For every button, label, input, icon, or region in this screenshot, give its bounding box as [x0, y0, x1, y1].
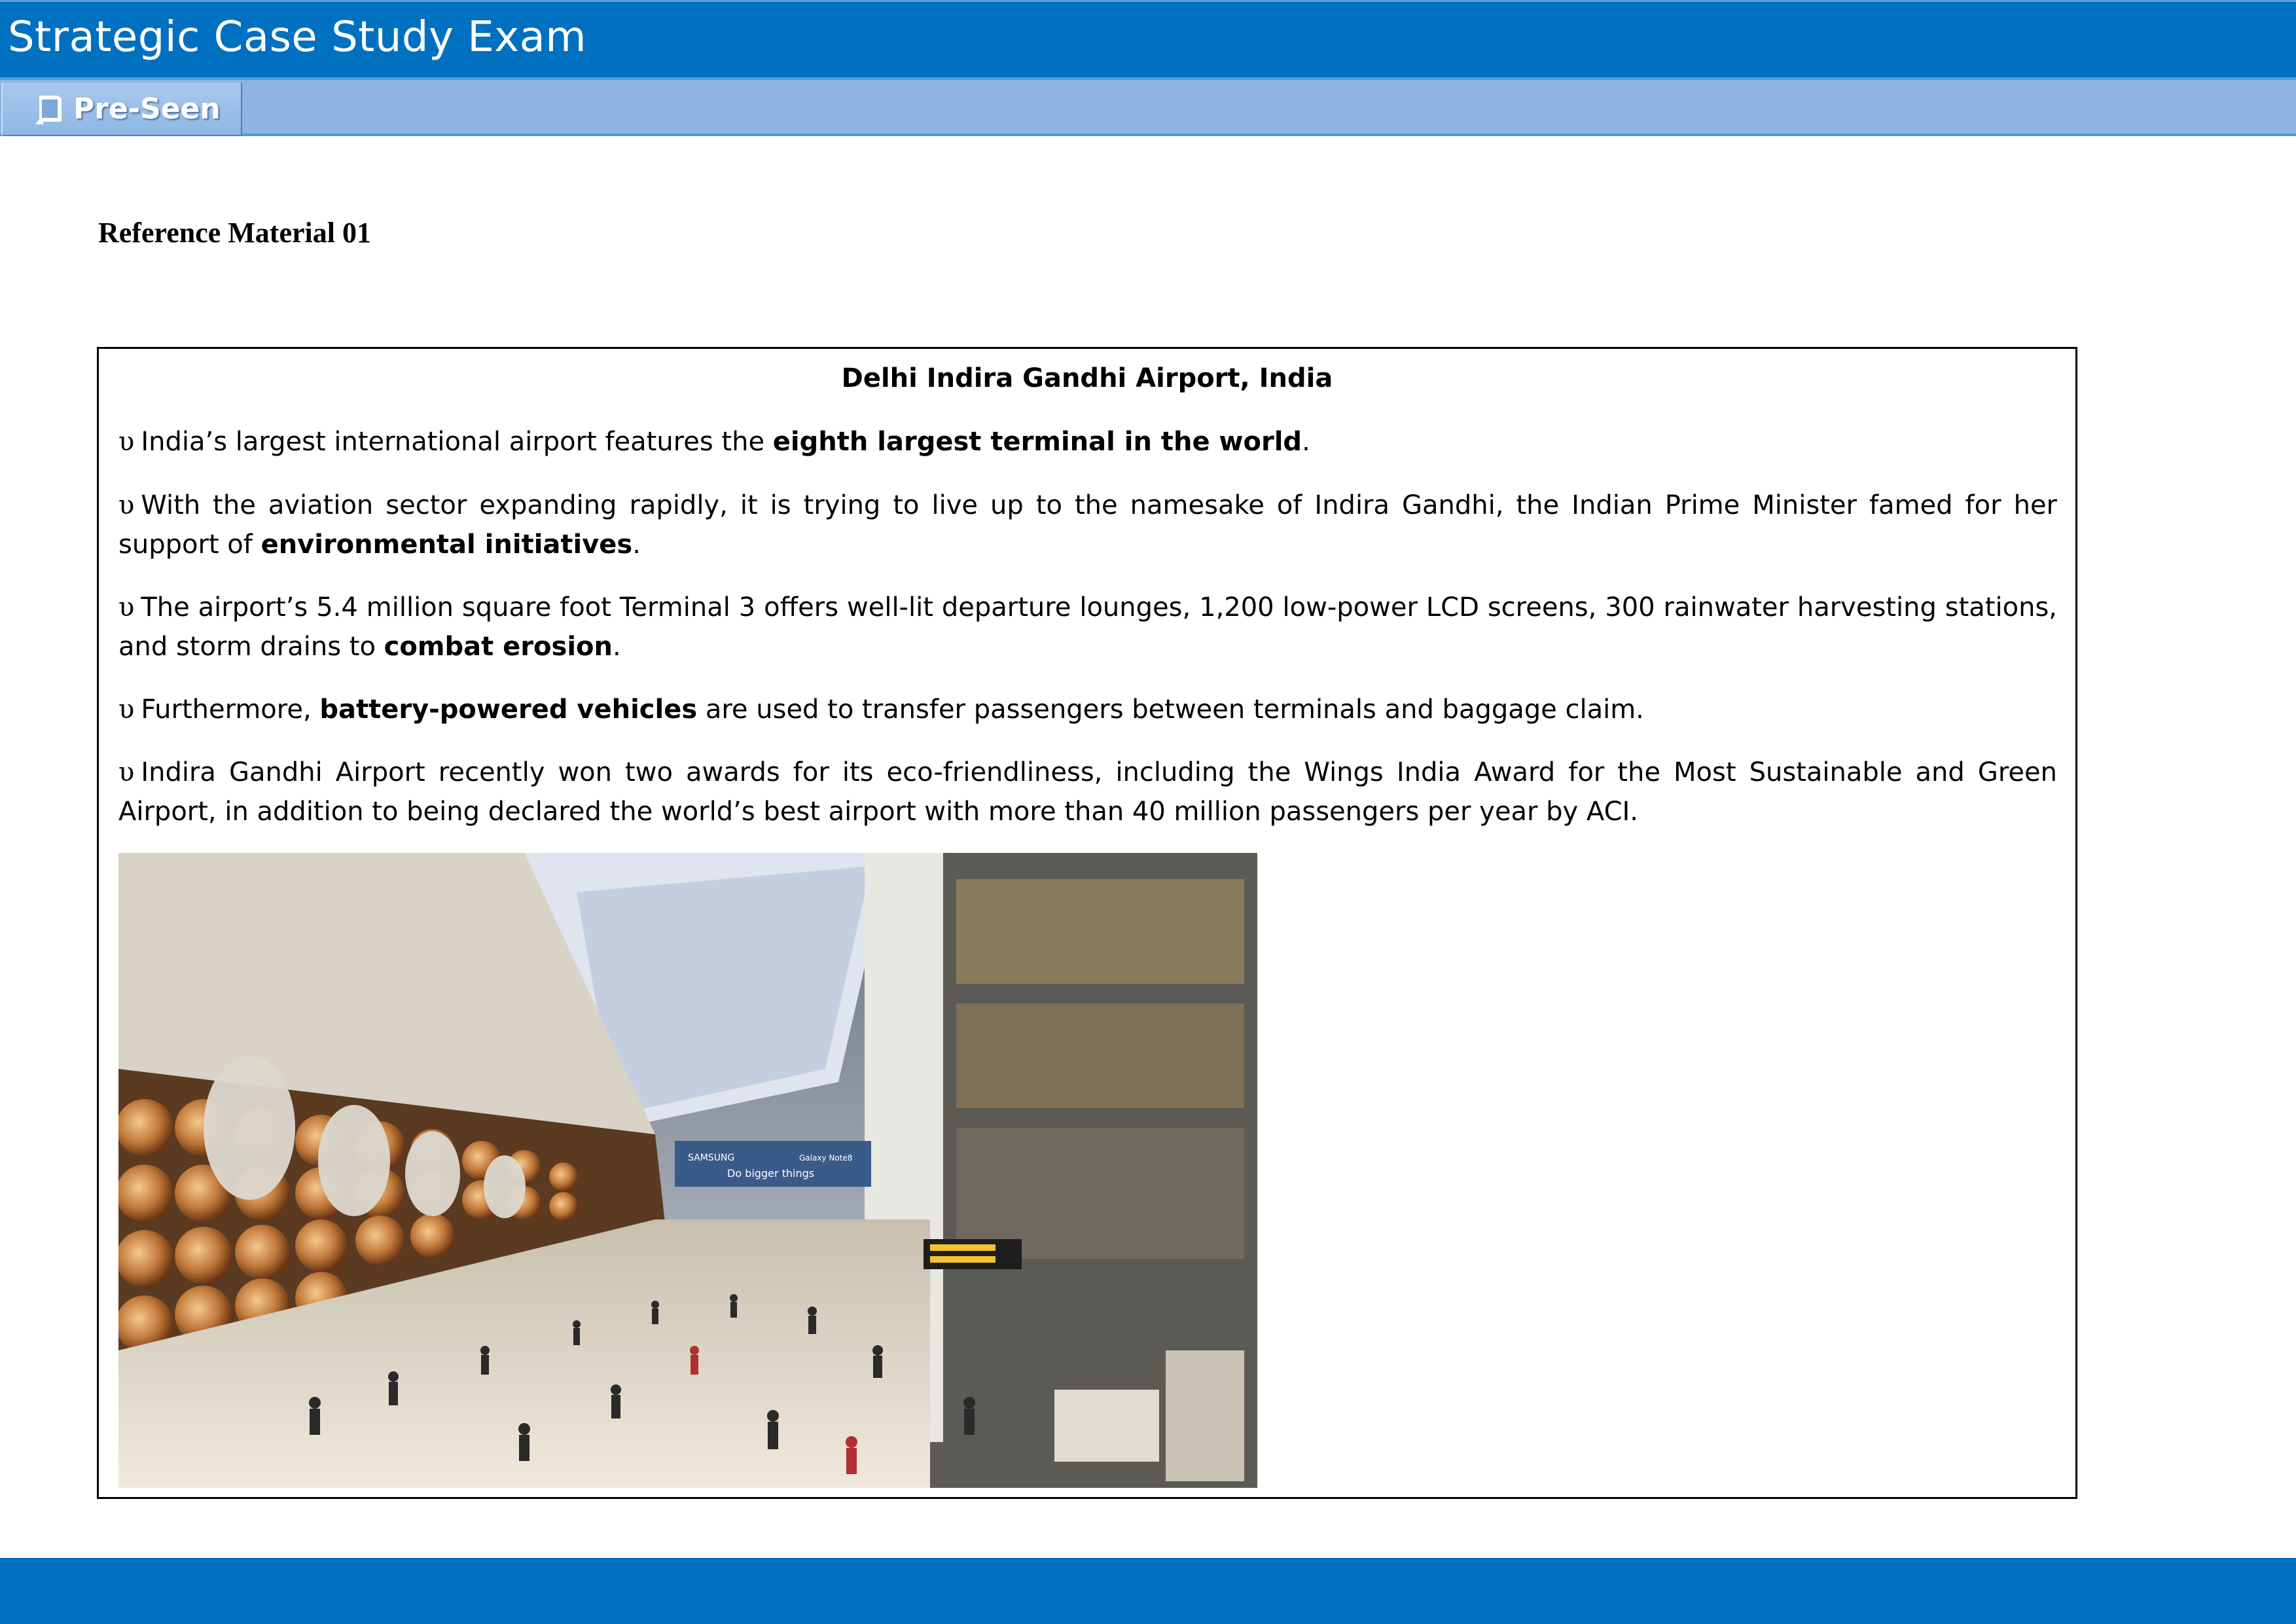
paragraph-1: υ India’s largest international airport f… — [118, 427, 1310, 457]
bullet-icon: υ — [118, 592, 135, 623]
exam-title: Strategic Case Study Exam — [8, 13, 587, 62]
paragraph-5: υ Indira Gandhi Airport recently won two … — [118, 757, 2057, 827]
banner-text: Do bigger things — [727, 1167, 814, 1180]
bullet-icon: υ — [118, 427, 135, 457]
paragraph-3: υ The airport’s 5.4 million square foot T… — [118, 592, 2057, 662]
paragraph-2: υ With the aviation sector expanding rapi… — [118, 490, 2057, 560]
bullet-icon: υ — [118, 695, 135, 725]
tab-pre-seen[interactable]: Pre-Seen — [1, 82, 242, 136]
title-bar: Strategic Case Study Exam — [0, 0, 2296, 77]
footer-bar — [0, 1558, 2296, 1624]
bullet-icon: υ — [118, 490, 135, 520]
airport-terminal-photo: SAMSUNG Do bigger things Galaxy Note8 — [118, 853, 1257, 1488]
book-icon — [35, 96, 62, 124]
banner-brand: SAMSUNG — [688, 1153, 734, 1163]
tab-label: Pre-Seen — [73, 92, 221, 126]
reference-box: Delhi Indira Gandhi Airport, India υ Indi… — [97, 347, 2077, 1499]
tab-bar: Pre-Seen — [0, 77, 2296, 136]
bullet-icon: υ — [118, 757, 135, 787]
banner-product: Galaxy Note8 — [799, 1153, 852, 1163]
reference-heading: Reference Material 01 — [98, 217, 371, 249]
paragraph-4: υ Furthermore, battery-powered vehicles a… — [118, 695, 1644, 725]
box-title: Delhi Indira Gandhi Airport, India — [841, 363, 1333, 393]
